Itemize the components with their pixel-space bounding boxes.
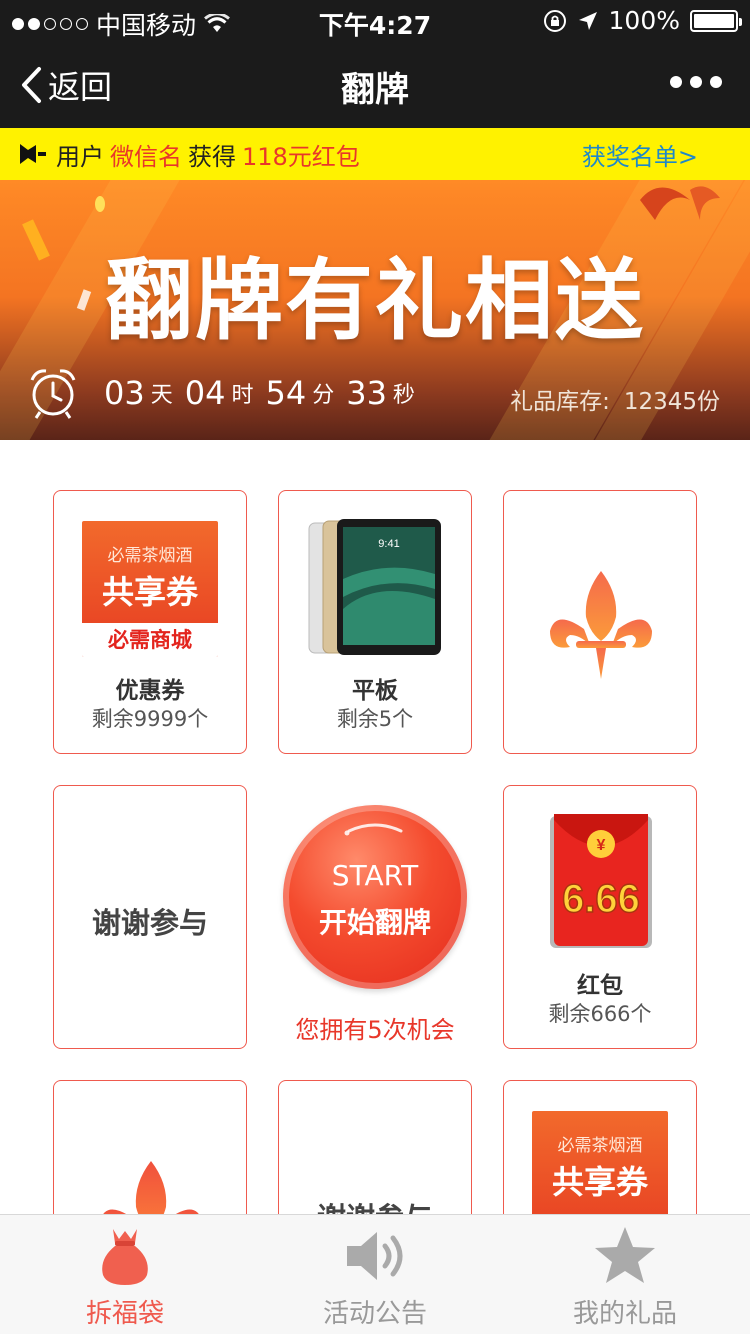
tab-announcements[interactable]: 活动公告 — [250, 1215, 500, 1334]
banner: 翻牌有礼相送 03 天 04 时 54 分 33 秒 礼品库存: 12345份 — [0, 180, 750, 440]
notice-prefix: 用户 — [56, 142, 104, 171]
coupon-line2: 共享券 — [101, 573, 198, 611]
prize-remain: 剩余9999个 — [91, 707, 209, 731]
red-packet-currency: ¥ — [597, 837, 606, 854]
start-label-zh: 开始翻牌 — [318, 906, 431, 939]
start-label-en: START — [331, 859, 419, 892]
red-packet-image: ¥ 6.66 — [550, 814, 652, 948]
thanks-label: 谢谢参与 — [91, 906, 208, 940]
countdown-seconds: 33 — [346, 374, 387, 412]
coupon-image: 必需茶烟酒 共享券 必需商城 — [82, 521, 218, 657]
notice-bar: 用户 微信名 获得 118元红包 获奖名单> — [0, 128, 750, 180]
speaker-icon — [250, 1221, 500, 1291]
page-title: 翻牌 — [341, 70, 409, 110]
countdown-hours: 04 — [184, 374, 226, 412]
tab-my-gifts[interactable]: 我的礼品 — [500, 1215, 750, 1334]
tab-label: 活动公告 — [322, 1299, 427, 1329]
prize-remain: 剩余666个 — [548, 1002, 652, 1026]
notice-middle: 获得 — [188, 142, 236, 171]
status-right: 100% — [543, 6, 742, 35]
fleur-de-lis-icon — [550, 571, 652, 679]
prize-card-coupon[interactable]: 必需茶烟酒 共享券 必需商城 优惠券 剩余9999个 — [53, 490, 247, 754]
coupon-line1: 必需茶烟酒 — [557, 1136, 643, 1156]
banner-title: 翻牌有礼相送 — [104, 249, 645, 352]
winners-list-link[interactable]: 获奖名单> — [582, 137, 698, 172]
tablet-screen-time: 9:41 — [378, 538, 399, 550]
coupon-line1: 必需茶烟酒 — [107, 546, 193, 566]
location-icon — [578, 11, 597, 30]
notice-prize: 118元红包 — [242, 142, 360, 171]
tab-bar: 拆福袋 活动公告 我的礼品 — [0, 1214, 750, 1334]
battery-percent: 100% — [608, 6, 680, 35]
countdown-minutes-unit: 分 — [312, 383, 335, 408]
prize-card-tablet[interactable]: 9:41 平板 剩余5个 — [278, 490, 472, 754]
prize-remain: 剩余5个 — [336, 707, 414, 731]
gift-stock-label: 礼品库存: — [510, 389, 610, 415]
tab-lucky-bag[interactable]: 拆福袋 — [0, 1215, 250, 1334]
lucky-bag-icon — [0, 1221, 250, 1291]
prize-name: 优惠券 — [115, 678, 185, 704]
countdown-days: 03 — [104, 374, 145, 412]
start-flip-button[interactable]: START 开始翻牌 — [283, 805, 467, 989]
prize-name: 红包 — [577, 973, 623, 999]
battery-icon — [690, 9, 742, 32]
prize-name: 平板 — [352, 678, 398, 704]
countdown-seconds-unit: 秒 — [392, 383, 415, 408]
prize-card-hidden[interactable] — [503, 490, 697, 754]
rotation-lock-icon — [543, 9, 566, 32]
status-bar: 中国移动 下午4:27 100% — [0, 0, 750, 40]
countdown: 03 天 04 时 54 分 33 秒 — [26, 366, 415, 420]
gift-stock-value: 12345份 — [623, 389, 720, 415]
red-packet-amount: 6.66 — [562, 877, 640, 921]
highlight-decoration — [344, 823, 403, 836]
gift-stock: 礼品库存: 12345份 — [510, 382, 720, 416]
prize-card-red-packet[interactable]: ¥ 6.66 红包 剩余666个 — [503, 785, 697, 1049]
countdown-minutes: 54 — [265, 374, 307, 412]
speaker-icon — [20, 144, 46, 164]
coupon-line2: 共享券 — [551, 1163, 648, 1201]
notice-username: 微信名 — [110, 142, 182, 171]
tab-label: 我的礼品 — [572, 1299, 677, 1329]
more-dot-icon — [710, 76, 722, 88]
more-button[interactable] — [670, 76, 722, 88]
coupon-line3: 必需商城 — [82, 623, 218, 657]
countdown-hours-unit: 时 — [231, 383, 254, 408]
alarm-clock-icon — [30, 369, 76, 419]
nav-bar: 返回 翻牌 — [0, 40, 750, 128]
tablet-image: 9:41 — [308, 519, 441, 655]
more-dot-icon — [670, 76, 682, 88]
more-dot-icon — [690, 76, 702, 88]
tab-label: 拆福袋 — [85, 1299, 164, 1329]
countdown-days-unit: 天 — [150, 383, 173, 408]
prize-card-thanks[interactable]: 谢谢参与 — [53, 785, 247, 1049]
star-icon — [500, 1221, 750, 1291]
chances-text: 您拥有5次机会 — [295, 1016, 455, 1044]
